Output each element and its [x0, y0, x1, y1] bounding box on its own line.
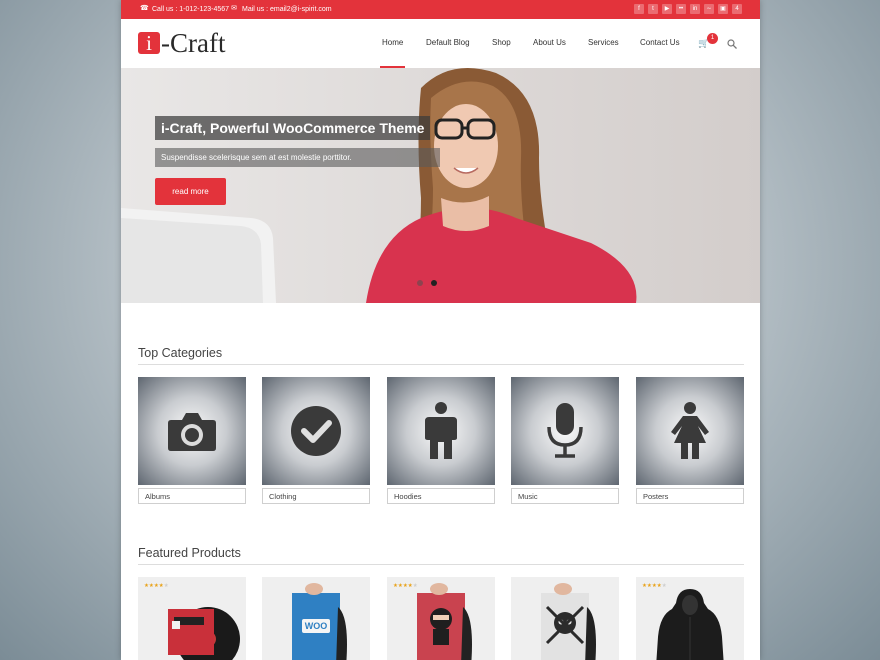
facebook-icon[interactable]: f [634, 4, 644, 14]
category-image[interactable] [262, 377, 370, 485]
cart-count-badge: 1 [707, 33, 718, 44]
read-more-button[interactable]: read more [155, 178, 226, 205]
rating-stars: ★★★★★ [393, 583, 418, 589]
twitter-icon[interactable]: t [648, 4, 658, 14]
man-icon [425, 402, 457, 459]
call-info: ☎ Call us : 1-012-123-4567 [140, 5, 229, 13]
category-image[interactable] [138, 377, 246, 485]
top-categories-title: Top Categories [138, 346, 223, 360]
category-image[interactable] [511, 377, 619, 485]
ninja-poster-image [417, 583, 472, 660]
category-label[interactable]: Albums [138, 488, 246, 504]
product-card[interactable] [511, 577, 619, 660]
slider-dot-2[interactable] [431, 280, 437, 286]
youtube-icon[interactable]: ▶ [662, 4, 672, 14]
logo-badge: i [138, 32, 160, 54]
rating-stars: ★★★★★ [144, 583, 169, 589]
hero-subtitle: Suspendisse scelerisque sem at est moles… [155, 148, 440, 167]
envelope-icon: ✉ [231, 5, 237, 12]
nav-default-blog[interactable]: Default Blog [426, 38, 470, 47]
flickr-icon[interactable]: •• [676, 4, 686, 14]
nav-about-us[interactable]: About Us [533, 38, 566, 47]
featured-products-title: Featured Products [138, 546, 241, 560]
nav-home[interactable]: Home [379, 38, 406, 68]
nav-shop[interactable]: Shop [492, 38, 511, 47]
category-card-clothing[interactable]: Clothing [262, 377, 370, 504]
category-image[interactable] [636, 377, 744, 485]
category-label[interactable]: Hoodies [387, 488, 495, 504]
top-bar: ☎ Call us : 1-012-123-4567 ✉ Mail us : e… [121, 0, 760, 19]
product-card[interactable]: ★★★★★ [387, 577, 495, 660]
mail-info[interactable]: ✉ Mail us : email2@i-spirit.com [230, 5, 332, 13]
nav-contact-us[interactable]: Contact Us [640, 38, 680, 47]
product-card[interactable]: ★★★★★ [138, 577, 246, 660]
category-card-music[interactable]: Music [511, 377, 619, 504]
instagram-icon[interactable]: ▣ [718, 4, 728, 14]
category-card-posters[interactable]: Posters [636, 377, 744, 504]
microphone-icon [547, 403, 583, 458]
slider-dots [417, 280, 437, 286]
logo-text: -Craft [161, 28, 226, 58]
skull-poster-image [541, 583, 596, 660]
site-header: i -Craft Home Default Blog Shop About Us… [121, 19, 760, 68]
rating-stars: ★★★★★ [642, 583, 667, 589]
product-card[interactable]: WOO [262, 577, 370, 660]
site-logo[interactable]: i -Craft [138, 28, 226, 58]
hero-slider[interactable]: i-Craft, Powerful WooCommerce Theme Susp… [121, 68, 760, 303]
social-links: f t ▶ •• in ∼ ▣ 4 [634, 4, 742, 14]
category-image[interactable] [387, 377, 495, 485]
category-label[interactable]: Clothing [262, 488, 370, 504]
woo-poster-image: WOO [292, 583, 347, 660]
slider-dot-1[interactable] [417, 280, 423, 286]
category-label[interactable]: Posters [636, 488, 744, 504]
svg-text:WOO: WOO [305, 621, 328, 631]
page: ☎ Call us : 1-012-123-4567 ✉ Mail us : e… [121, 0, 760, 660]
phone-icon: ☎ [140, 5, 149, 12]
vinyl-album-image [168, 607, 240, 660]
product-card[interactable]: ★★★★★ [636, 577, 744, 660]
mail-text[interactable]: Mail us : email2@i-spirit.com [242, 6, 332, 13]
checkmark-icon [291, 406, 341, 456]
category-label[interactable]: Music [511, 488, 619, 504]
nav-services[interactable]: Services [588, 38, 619, 47]
category-card-hoodies[interactable]: Hoodies [387, 377, 495, 504]
foursquare-icon[interactable]: 4 [732, 4, 742, 14]
section-divider [138, 564, 744, 565]
woman-icon [671, 402, 709, 459]
camera-icon [168, 413, 216, 451]
black-hoodie-image [656, 589, 724, 660]
rss-icon[interactable]: ∼ [704, 4, 714, 14]
call-text: Call us : 1-012-123-4567 [152, 5, 230, 13]
search-icon[interactable] [727, 39, 737, 49]
section-divider [138, 364, 744, 365]
hero-title: i-Craft, Powerful WooCommerce Theme [155, 116, 431, 140]
linkedin-icon[interactable]: in [690, 4, 700, 14]
category-card-albums[interactable]: Albums [138, 377, 246, 504]
